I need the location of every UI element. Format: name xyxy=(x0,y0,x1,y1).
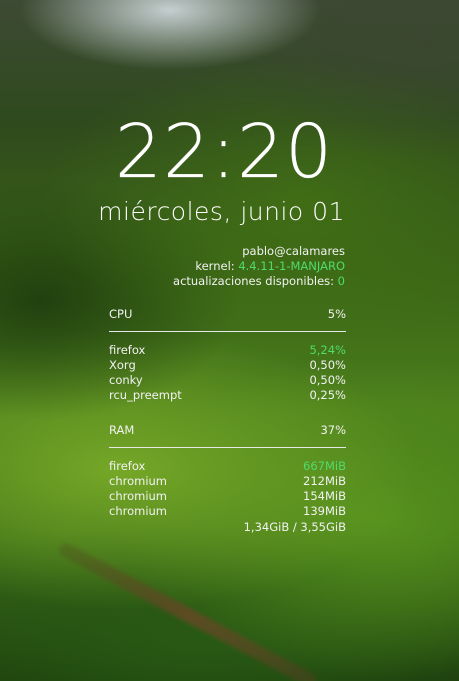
clock-time: 22:20 xyxy=(114,109,334,195)
ram-process-row: chromium 154MiB xyxy=(109,489,346,504)
system-info: pablo@calamares kernel: 4.4.11-1-MANJARO… xyxy=(173,244,345,289)
cpu-label: CPU xyxy=(109,307,133,321)
cpu-process-value: 0,25% xyxy=(309,388,346,402)
ram-process-value: 139MiB xyxy=(303,504,346,518)
cpu-header: CPU 5% xyxy=(109,307,346,322)
ram-label: RAM xyxy=(109,423,135,437)
ram-total: 37% xyxy=(320,423,346,437)
kernel-line: kernel: 4.4.11-1-MANJARO xyxy=(173,259,345,274)
ram-process-name: chromium xyxy=(109,474,168,488)
ram-process-value: 212MiB xyxy=(303,474,346,488)
cpu-process-row: rcu_preempt 0,25% xyxy=(109,388,346,403)
clock-date: miércoles, junio 01 xyxy=(98,197,345,226)
cpu-process-row: conky 0,50% xyxy=(109,373,346,388)
cpu-process-name: conky xyxy=(109,373,143,387)
updates-value: 0 xyxy=(337,274,345,288)
cpu-section: CPU 5% firefox 5,24% Xorg 0,50% conky 0,… xyxy=(109,307,346,403)
ram-process-name: chromium xyxy=(109,489,168,503)
ram-process-row: firefox 667MiB xyxy=(109,459,346,474)
ram-process-value: 154MiB xyxy=(303,489,346,503)
cpu-process-name: rcu_preempt xyxy=(109,388,182,402)
ram-usage: 1,34GiB / 3,55GiB xyxy=(243,520,346,534)
kernel-label: kernel: xyxy=(195,259,235,273)
cpu-process-name: Xorg xyxy=(109,358,136,372)
cpu-process-value: 0,50% xyxy=(309,358,346,372)
cpu-process-row: firefox 5,24% xyxy=(109,343,346,358)
cpu-process-row: Xorg 0,50% xyxy=(109,358,346,373)
cpu-process-value: 5,24% xyxy=(309,343,346,357)
cpu-divider xyxy=(109,331,346,332)
kernel-value: 4.4.11-1-MANJARO xyxy=(238,259,345,273)
ram-header: RAM 37% xyxy=(109,423,346,438)
cpu-process-value: 0,50% xyxy=(309,373,346,387)
ram-process-name: chromium xyxy=(109,504,168,518)
conky-widget: 22:20 miércoles, junio 01 pablo@calamare… xyxy=(0,0,459,681)
ram-process-row: chromium 212MiB xyxy=(109,474,346,489)
updates-line: actualizaciones disponibles: 0 xyxy=(173,274,345,289)
ram-divider xyxy=(109,447,346,448)
cpu-total: 5% xyxy=(327,307,346,321)
user-host: pablo@calamares xyxy=(242,244,345,258)
ram-section: RAM 37% firefox 667MiB chromium 212MiB c… xyxy=(109,423,346,535)
ram-process-name: firefox xyxy=(109,459,146,473)
cpu-process-name: firefox xyxy=(109,343,146,357)
ram-process-value: 667MiB xyxy=(303,459,346,473)
updates-label: actualizaciones disponibles: xyxy=(173,274,335,288)
ram-process-row: chromium 139MiB xyxy=(109,504,346,519)
